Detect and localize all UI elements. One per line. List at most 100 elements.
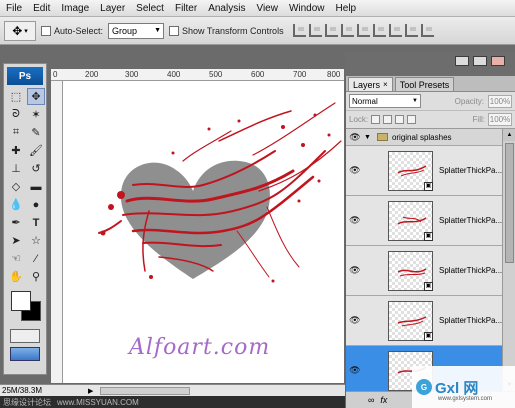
tab-tool-presets[interactable]: Tool Presets (394, 77, 455, 91)
history-brush-icon[interactable]: ↺ (27, 160, 45, 177)
menu-layer[interactable]: Layer (94, 3, 130, 14)
pen-icon[interactable]: ✒ (7, 214, 25, 231)
link-icon[interactable]: ∞ (368, 395, 374, 405)
menu-image[interactable]: Image (55, 3, 94, 14)
menu-window[interactable]: Window (283, 3, 330, 14)
layer-row[interactable]: 👁 ▣ SplatterThickPa... (346, 196, 502, 246)
menu-filter[interactable]: Filter (169, 3, 202, 14)
layer-name: SplatterThickPa... (439, 216, 502, 225)
ps-logo: Ps (7, 67, 43, 85)
fx-icon[interactable]: fx (380, 395, 387, 405)
eye-icon[interactable]: 👁 (346, 132, 364, 143)
menu-view[interactable]: View (250, 3, 283, 14)
blur-icon[interactable]: 💧 (7, 196, 25, 213)
horizontal-ruler: 0 200 300 400 500 600 700 800 (51, 69, 344, 81)
expand-triangle-icon[interactable]: ▼ (364, 134, 371, 141)
crop-icon[interactable]: ⌗ (7, 124, 25, 141)
site-badge: G Gxl 网 www.gxlsystem.com (412, 366, 515, 408)
foreground-color[interactable] (11, 291, 31, 311)
minimize-icon[interactable] (455, 56, 469, 66)
fill-label: Fill: (472, 115, 485, 124)
ruler-tick: 200 (85, 70, 99, 79)
align-top-icon[interactable] (292, 24, 306, 37)
stamp-icon[interactable]: ⊥ (7, 160, 25, 177)
dodge-icon[interactable]: ● (27, 196, 45, 213)
brush-icon[interactable]: 🖌 (27, 142, 45, 159)
forum-watermark: 思缘设计论坛 www.MISSYUAN.COM (0, 396, 345, 408)
opacity-field[interactable]: 100% (488, 94, 512, 108)
marquee-icon[interactable]: ⬚ (7, 88, 25, 105)
layer-group[interactable]: 👁 ▼ original splashes (346, 129, 502, 146)
auto-select-dropdown[interactable]: Group ▼ (108, 22, 165, 39)
menu-analysis[interactable]: Analysis (202, 3, 250, 14)
menu-edit[interactable]: Edit (27, 3, 55, 14)
distribute-bottom-icon[interactable] (420, 24, 434, 37)
menu-help[interactable]: Help (330, 3, 362, 14)
distribute-vcenter-icon[interactable] (404, 24, 418, 37)
close-icon[interactable] (491, 56, 505, 66)
lasso-icon[interactable]: ᘐ (7, 106, 25, 123)
chevron-down-icon: ▾ (24, 27, 28, 35)
zoom-icon[interactable]: ⚲ (27, 268, 45, 285)
align-left-icon[interactable] (340, 24, 354, 37)
forum-watermark-right: www.MISSYUAN.COM (57, 397, 139, 407)
magic-wand-icon[interactable]: ✶ (27, 106, 45, 123)
screen-mode-button[interactable] (10, 347, 40, 361)
eraser-icon[interactable]: ◇ (7, 178, 25, 195)
tool-grid: ⬚ ✥ ᘐ ✶ ⌗ ✎ ✚ 🖌 ⊥ ↺ ◇ ▬ 💧 ● ✒ T ➤ ☆ ☜ ⁄ … (4, 88, 46, 285)
shape-icon[interactable]: ☆ (27, 232, 45, 249)
eye-icon[interactable]: 👁 (346, 315, 364, 326)
close-icon[interactable]: × (383, 80, 388, 89)
align-right-icon[interactable] (372, 24, 386, 37)
site-url: www.gxlsystem.com (438, 396, 493, 402)
eye-icon[interactable]: 👁 (346, 165, 364, 176)
scrollbar-thumb[interactable] (505, 143, 514, 263)
show-transform-option[interactable]: Show Transform Controls (169, 25, 284, 36)
ruler-tick: 400 (167, 70, 181, 79)
layer-row[interactable]: 👁 ▣ SplatterThickPa... (346, 146, 502, 196)
lock-all-icon[interactable] (407, 115, 417, 124)
menu-file[interactable]: File (0, 3, 27, 14)
fill-field[interactable]: 100% (488, 113, 512, 126)
path-select-icon[interactable]: ➤ (7, 232, 25, 249)
eyedropper-icon[interactable]: ✎ (27, 124, 45, 141)
hand-3d-icon[interactable]: ☜ (7, 250, 25, 267)
auto-select-option[interactable]: Auto-Select: (41, 25, 103, 36)
canvas[interactable]: Alfoart.com (63, 81, 344, 383)
tab-layers[interactable]: Layers × (348, 77, 393, 91)
auto-select-checkbox[interactable] (41, 25, 51, 36)
move-tool-icon: ✥ (12, 23, 23, 38)
hand-icon[interactable]: ✋ (7, 268, 25, 285)
distribute-top-icon[interactable] (388, 24, 402, 37)
lock-position-icon[interactable] (395, 115, 405, 124)
eye-icon[interactable]: 👁 (346, 215, 364, 226)
eye-icon[interactable]: 👁 (346, 265, 364, 276)
healing-icon[interactable]: ✚ (7, 142, 25, 159)
align-bottom-icon[interactable] (324, 24, 338, 37)
show-transform-checkbox[interactable] (169, 25, 180, 36)
align-hcenter-icon[interactable] (356, 24, 370, 37)
layers-scrollbar[interactable]: ▲ ▼ (502, 129, 515, 391)
layer-row[interactable]: 👁 ▣ SplatterThickPa... (346, 296, 502, 346)
eye-icon[interactable]: 👁 (346, 365, 364, 376)
smart-object-icon: ▣ (424, 231, 434, 241)
smart-object-icon: ▣ (424, 331, 434, 341)
restore-icon[interactable] (473, 56, 487, 66)
blend-mode-select[interactable]: Normal ▼ (349, 94, 421, 108)
menu-select[interactable]: Select (130, 3, 169, 14)
quick-mask-button[interactable] (10, 329, 40, 343)
horizontal-scrollbar[interactable] (100, 386, 191, 395)
type-icon[interactable]: T (27, 214, 45, 231)
move-icon[interactable]: ✥ (27, 88, 45, 105)
vertical-ruler (51, 81, 63, 383)
tool-preset-picker[interactable]: ✥ ▾ (4, 20, 36, 41)
eyedropper2-icon[interactable]: ⁄ (27, 250, 45, 267)
scroll-up-icon[interactable]: ▲ (503, 129, 515, 141)
lock-transparency-icon[interactable] (371, 115, 381, 124)
gradient-icon[interactable]: ▬ (27, 178, 45, 195)
lock-pixels-icon[interactable] (383, 115, 393, 124)
layer-row[interactable]: 👁 ▣ SplatterThickPa... (346, 246, 502, 296)
status-menu-arrow-icon[interactable]: ▶ (88, 387, 96, 395)
align-vcenter-icon[interactable] (308, 24, 322, 37)
layer-thumbnail: ▣ (387, 150, 434, 191)
